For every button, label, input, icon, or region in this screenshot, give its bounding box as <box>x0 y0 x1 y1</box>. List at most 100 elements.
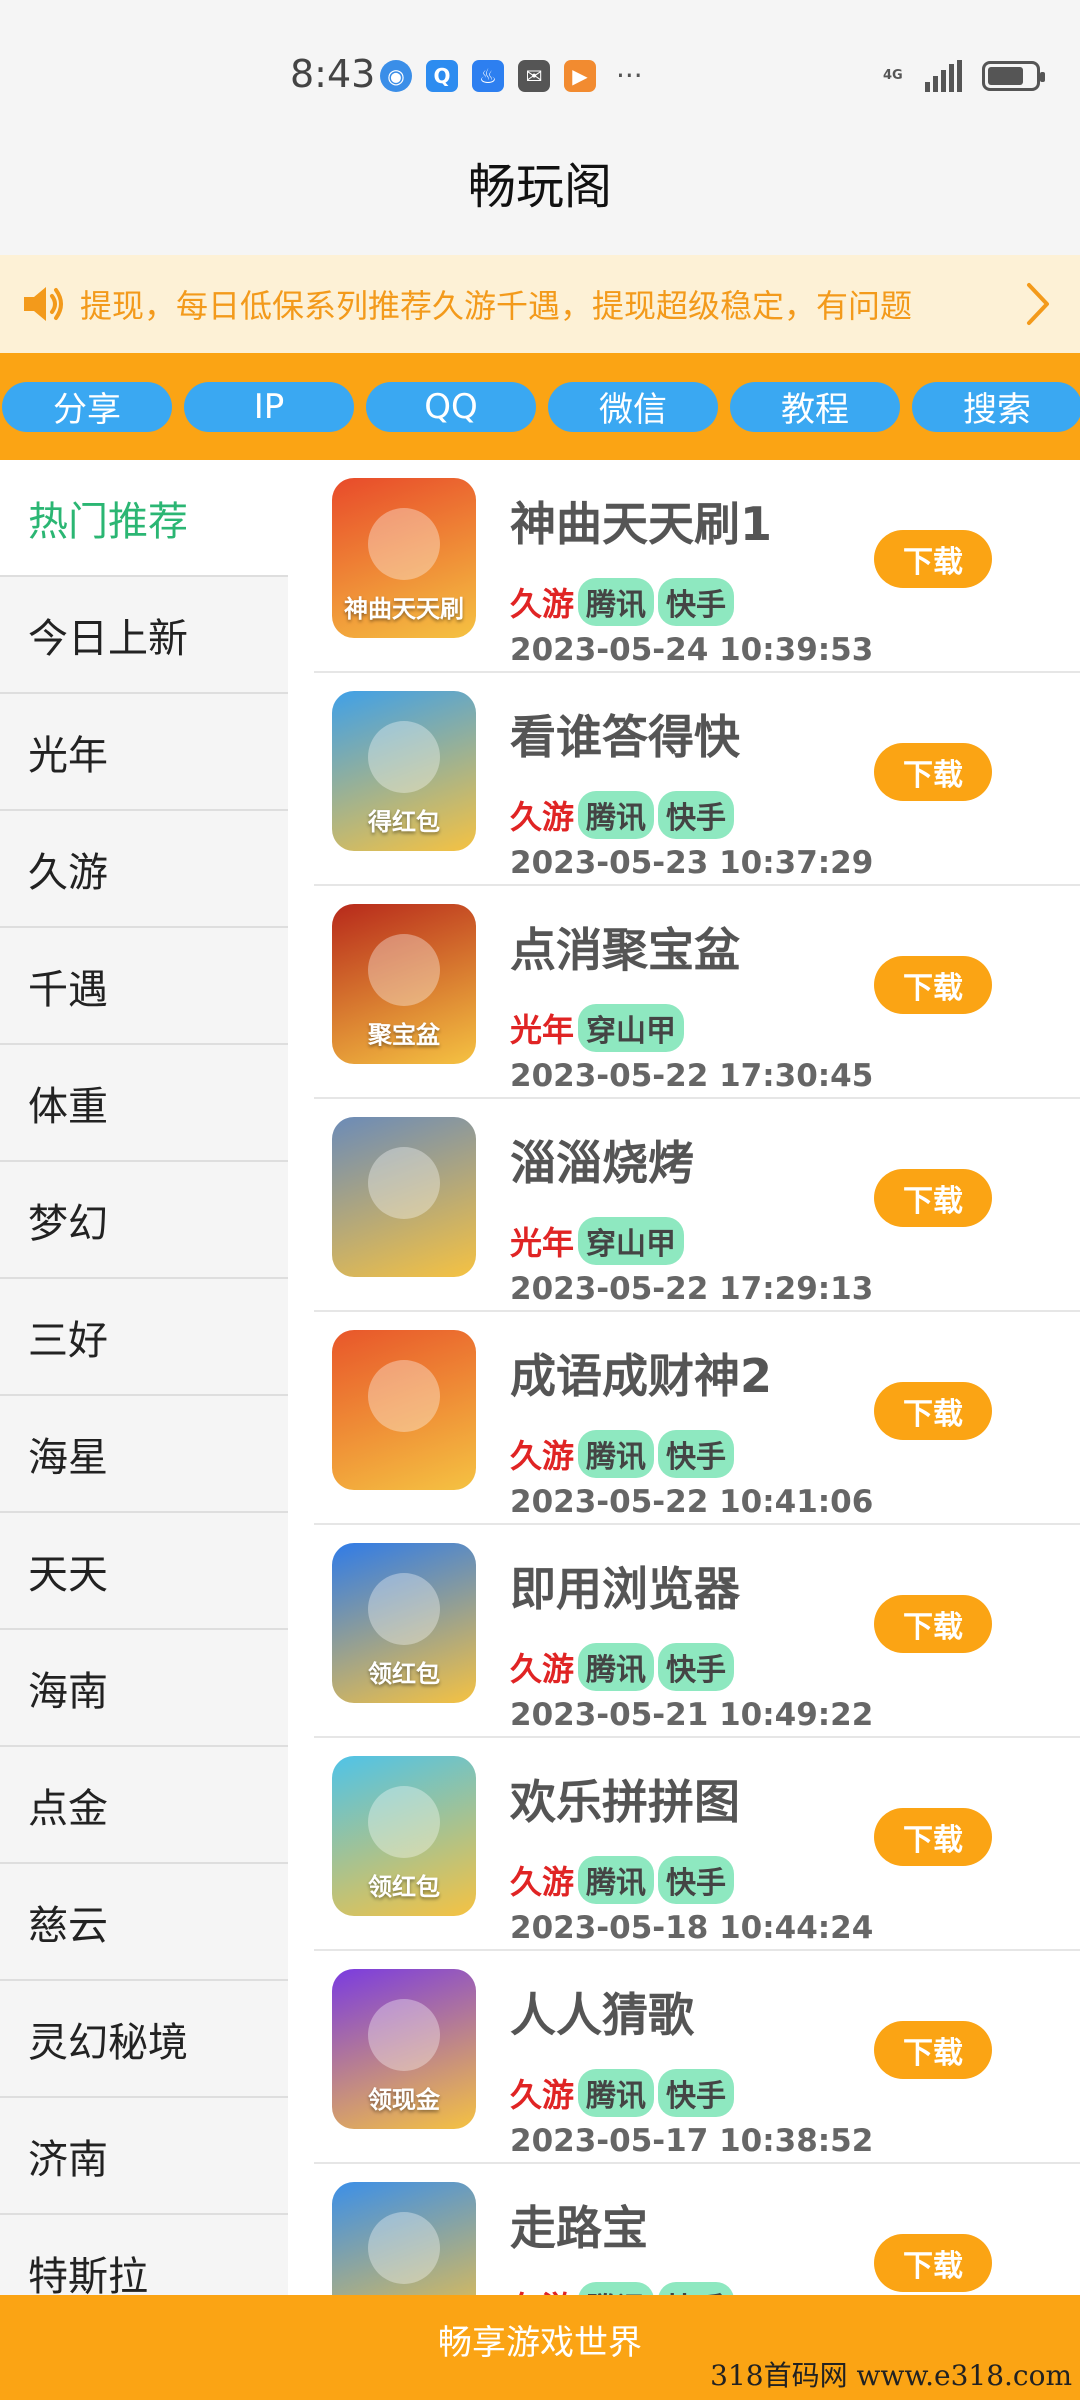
app-date: 2023-05-23 10:37:29 <box>510 845 874 881</box>
app-icon-artwork <box>368 934 440 1006</box>
download-button[interactable]: 下载 <box>874 743 992 801</box>
tab-tutorial[interactable]: 教程 <box>730 381 900 432</box>
download-button[interactable]: 下载 <box>874 1169 992 1227</box>
app-list: 神曲天天刷 神曲天天刷1 久游 腾讯 快手 2023-05-24 10:39:53 下载 得红… <box>288 460 1080 2295</box>
speaker-icon <box>20 279 70 329</box>
app-tags: 久游腾讯快手 <box>510 578 735 626</box>
app-row[interactable]: 得红包 看谁答得快 久游 腾讯 快手 2023-05-23 10:37:29 下载 <box>314 673 1080 886</box>
channel-tag: 快手 <box>658 1430 735 1478</box>
sidebar-item[interactable]: 久游 <box>0 811 288 928</box>
app-name: 即用浏览器 <box>510 1562 740 1616</box>
sidebar-item[interactable]: 今日上新 <box>0 577 288 694</box>
app-icon-label: 神曲天天刷 <box>344 595 464 623</box>
app-row[interactable]: 淄淄烧烤 光年 穿山甲 2023-05-22 17:29:13 下载 <box>314 1099 1080 1312</box>
signal-icon <box>925 60 962 92</box>
more-notifications-icon: ··· <box>616 59 643 92</box>
app-icon-artwork <box>368 508 440 580</box>
app-icon-label: 聚宝盆 <box>368 1021 440 1049</box>
channel-tag: 穿山甲 <box>578 1217 685 1265</box>
category-sidebar: 热门推荐 今日上新 光年 久游 千遇 体重 梦幻 三好 海星 天天 海南 点金 慈云 灵幻秘境 济南 特斯拉 <box>0 460 288 2295</box>
app-name: 神曲天天刷1 <box>510 497 773 551</box>
tab-share[interactable]: 分享 <box>2 381 172 432</box>
sidebar-item[interactable]: 三好 <box>0 1279 288 1396</box>
browser-icon[interactable]: 领红包 <box>332 1543 476 1703</box>
download-button[interactable]: 下载 <box>874 1808 992 1866</box>
fish-game-icon[interactable]: 神曲天天刷 <box>332 478 476 638</box>
sidebar-item[interactable]: 特斯拉 <box>0 2215 288 2295</box>
download-button[interactable]: 下载 <box>874 2021 992 2079</box>
download-button[interactable]: 下载 <box>874 956 992 1014</box>
platform-tag: 光年 <box>510 1011 575 1049</box>
app-date: 2023-05-24 10:39:53 <box>510 632 874 668</box>
sidebar-item[interactable]: 济南 <box>0 2098 288 2215</box>
channel-tag: 快手 <box>658 1856 735 1904</box>
sidebar-item[interactable]: 灵幻秘境 <box>0 1981 288 2098</box>
bbq-chef-icon[interactable] <box>332 1117 476 1277</box>
app-date: 2023-05-17 10:38:52 <box>510 2123 874 2159</box>
app-row[interactable]: 领红包 欢乐拼拼图 久游 腾讯 快手 2023-05-18 10:44:24 下载 <box>314 1738 1080 1951</box>
tab-wechat[interactable]: 微信 <box>548 381 718 432</box>
page-title: 畅玩阁 <box>467 159 612 215</box>
sidebar-item[interactable]: 梦幻 <box>0 1162 288 1279</box>
channel-tag: 快手 <box>658 1643 735 1691</box>
notice-bar[interactable]: 提现，每日低保系列推荐久游千遇，提现超级稳定，有问题 <box>0 255 1080 353</box>
safari-icon: ◉ <box>380 60 412 92</box>
channel-tag: 腾讯 <box>578 1643 655 1691</box>
sidebar-item[interactable]: 天天 <box>0 1513 288 1630</box>
quiz-game-icon[interactable]: 得红包 <box>332 691 476 851</box>
sneaker-icon[interactable] <box>332 2182 476 2295</box>
treasure-bowl-icon[interactable]: 聚宝盆 <box>332 904 476 1064</box>
download-button[interactable]: 下载 <box>874 1382 992 1440</box>
bulb-app-icon: ♨ <box>472 60 504 92</box>
app-tags: 久游腾讯快手 <box>510 1430 735 1478</box>
app-name: 点消聚宝盆 <box>510 923 740 977</box>
app-row[interactable]: 走路宝久游腾讯快手 下载 <box>314 2164 1080 2295</box>
channel-tag: 快手 <box>658 578 735 626</box>
sidebar-item[interactable]: 慈云 <box>0 1864 288 1981</box>
platform-tag: 光年 <box>510 1224 575 1262</box>
app-row[interactable]: 领红包 即用浏览器 久游 腾讯 快手 2023-05-21 10:49:22 下载 <box>314 1525 1080 1738</box>
app-icon-artwork <box>368 1360 440 1432</box>
sidebar-item[interactable]: 海星 <box>0 1396 288 1513</box>
download-button[interactable]: 下载 <box>874 2234 992 2292</box>
app-row[interactable]: 聚宝盆 点消聚宝盆 光年 穿山甲 2023-05-22 17:30:45 下载 <box>314 886 1080 1099</box>
channel-tag: 腾讯 <box>578 791 655 839</box>
download-button[interactable]: 下载 <box>874 530 992 588</box>
app-date: 2023-05-22 17:29:13 <box>510 1271 874 1307</box>
network-type: 4G <box>883 68 903 83</box>
sidebar-item[interactable]: 体重 <box>0 1045 288 1162</box>
app-tags: 久游腾讯快手 <box>510 2282 735 2295</box>
app-date: 2023-05-22 10:41:06 <box>510 1484 874 1520</box>
notice-text: 提现，每日低保系列推荐久游千遇，提现超级稳定，有问题 <box>80 287 913 325</box>
sidebar-item[interactable]: 热门推荐 <box>0 460 288 577</box>
app-date: 2023-05-18 10:44:24 <box>510 1910 874 1946</box>
tab-ip[interactable]: IP <box>184 381 354 432</box>
app-row[interactable]: 神曲天天刷 神曲天天刷1 久游 腾讯 快手 2023-05-24 10:39:53 下载 <box>314 460 1080 673</box>
app-row[interactable]: 成语成财神2 久游 腾讯 快手 2023-05-22 10:41:06 下载 <box>314 1312 1080 1525</box>
sidebar-item[interactable]: 千遇 <box>0 928 288 1045</box>
tab-qq[interactable]: QQ <box>366 381 536 432</box>
app-tags: 久游腾讯快手 <box>510 1643 735 1691</box>
channel-tag: 腾讯 <box>578 1430 655 1478</box>
channel-tag: 快手 <box>658 2282 735 2295</box>
channel-tag: 穿山甲 <box>578 1004 685 1052</box>
sidebar-item[interactable]: 海南 <box>0 1630 288 1747</box>
platform-tag: 久游 <box>510 2283 574 2295</box>
app-tags: 久游腾讯快手 <box>510 791 735 839</box>
wealth-god-icon[interactable] <box>332 1330 476 1490</box>
puzzle-icon[interactable]: 领红包 <box>332 1756 476 1916</box>
platform-tag: 久游 <box>510 798 575 836</box>
sidebar-item[interactable]: 光年 <box>0 694 288 811</box>
tab-search[interactable]: 搜索 <box>912 381 1080 432</box>
app-name: 欢乐拼拼图 <box>510 1775 740 1829</box>
app-icon-artwork <box>368 721 440 793</box>
channel-tag: 腾讯 <box>578 2282 655 2295</box>
music-note-icon[interactable]: 领现金 <box>332 1969 476 2129</box>
chevron-right-icon[interactable] <box>1008 274 1068 334</box>
download-button[interactable]: 下载 <box>874 1595 992 1653</box>
tab-strip: 分享 IP QQ 微信 教程 搜索 <box>0 353 1080 460</box>
channel-tag: 腾讯 <box>578 2069 655 2117</box>
platform-tag: 久游 <box>510 1437 575 1475</box>
sidebar-item[interactable]: 点金 <box>0 1747 288 1864</box>
app-row[interactable]: 领现金 人人猜歌 久游 腾讯 快手 2023-05-17 10:38:52 下载 <box>314 1951 1080 2164</box>
